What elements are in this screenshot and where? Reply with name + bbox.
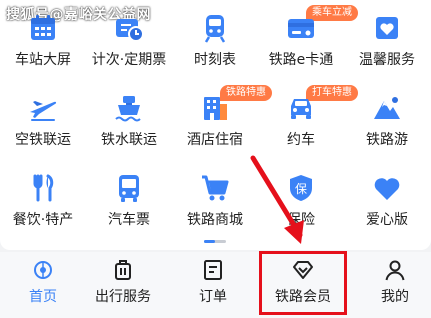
service-ticket-plan[interactable]: 计次·定期票 xyxy=(86,0,172,72)
bus-icon xyxy=(113,172,145,204)
service-label: 约车 xyxy=(287,132,315,148)
service-label: 酒店住宿 xyxy=(187,132,243,148)
service-label: 温馨服务 xyxy=(359,52,415,68)
page-indicator xyxy=(204,240,226,243)
service-label: 时刻表 xyxy=(194,52,236,68)
service-warm[interactable]: 温馨服务 xyxy=(344,0,430,72)
service-bus-ticket[interactable]: 汽车票 xyxy=(86,160,172,232)
service-ecard[interactable]: 乘车立减 铁路e卡通 xyxy=(258,0,358,72)
tab-label: 我的 xyxy=(381,289,409,305)
shield-char: 保 xyxy=(295,182,307,196)
ticket-clock-icon xyxy=(113,12,145,44)
service-label: 保险 xyxy=(287,212,315,228)
tab-home[interactable]: 首页 xyxy=(0,252,86,318)
service-label: 汽车票 xyxy=(108,212,150,228)
briefcase-icon xyxy=(111,258,135,282)
service-label: 空铁联运 xyxy=(15,132,71,148)
service-station-screen[interactable]: 车站大屏 xyxy=(0,0,86,72)
home-icon xyxy=(31,258,55,282)
service-row-2: 空铁联运 铁水联运 铁路特惠 酒店住宿 打车特惠 约车 铁路游 xyxy=(0,80,431,160)
shield-icon: 保 xyxy=(285,172,317,204)
hotel-icon xyxy=(199,92,231,124)
service-hotel[interactable]: 铁路特惠 酒店住宿 xyxy=(172,80,272,152)
user-icon xyxy=(383,258,407,282)
heart-service-icon xyxy=(371,12,403,44)
tab-travel-services[interactable]: 出行服务 xyxy=(80,252,166,318)
service-label: 车站大屏 xyxy=(15,52,71,68)
service-label: 铁水联运 xyxy=(101,132,157,148)
service-air-rail[interactable]: 空铁联运 xyxy=(0,80,86,152)
plane-icon xyxy=(27,92,59,124)
service-row-3: 餐饮·特产 汽车票 铁路商城 保 保险 爱心版 xyxy=(0,160,431,240)
service-rail-mall[interactable]: 铁路商城 xyxy=(172,160,258,232)
service-card: 搜狐号@嘉峪关公益网 车站大屏 计次·定期票 时刻表 乘车立减 铁路e卡通 温馨… xyxy=(0,0,431,250)
service-label: 铁路商城 xyxy=(187,212,243,228)
service-rail-water[interactable]: 铁水联运 xyxy=(86,80,172,152)
card-icon xyxy=(285,12,317,44)
service-label: 铁路e卡通 xyxy=(268,52,334,68)
station-screen-icon xyxy=(27,12,59,44)
car-icon xyxy=(285,92,317,124)
fork-knife-icon xyxy=(27,172,59,204)
tab-label: 订单 xyxy=(199,289,227,305)
tab-me[interactable]: 我的 xyxy=(352,252,431,318)
order-icon xyxy=(201,258,225,282)
service-label: 铁路游 xyxy=(366,132,408,148)
tab-label: 出行服务 xyxy=(95,289,151,305)
bottom-tabbar: 首页 出行服务 订单 铁路会员 我的 xyxy=(0,252,431,318)
mountain-icon xyxy=(371,92,403,124)
tab-label: 首页 xyxy=(29,289,57,305)
service-timetable[interactable]: 时刻表 xyxy=(172,0,258,72)
service-label: 餐饮·特产 xyxy=(12,212,74,228)
service-food[interactable]: 餐饮·特产 xyxy=(0,160,86,232)
service-rail-tour[interactable]: 铁路游 xyxy=(344,80,430,152)
heart-icon xyxy=(371,172,403,204)
service-label: 爱心版 xyxy=(366,212,408,228)
service-care-edition[interactable]: 爱心版 xyxy=(344,160,430,232)
cart-icon xyxy=(199,172,231,204)
highlight-box xyxy=(259,251,347,315)
service-label: 计次·定期票 xyxy=(91,52,167,68)
service-car-hailing[interactable]: 打车特惠 约车 xyxy=(258,80,358,152)
service-row-1: 车站大屏 计次·定期票 时刻表 乘车立减 铁路e卡通 温馨服务 xyxy=(0,0,431,80)
service-insurance[interactable]: 保 保险 xyxy=(258,160,344,232)
ship-icon xyxy=(113,92,145,124)
tab-orders[interactable]: 订单 xyxy=(170,252,256,318)
train-icon xyxy=(199,12,231,44)
